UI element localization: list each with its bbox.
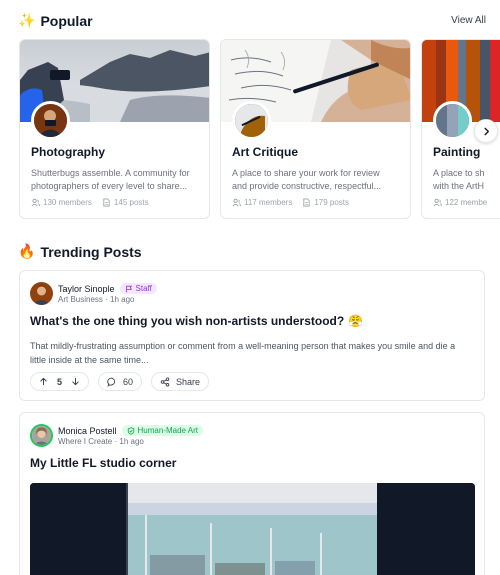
post-author-row: Taylor Sinople Staff: [58, 283, 157, 294]
community-description: A place to share your work for review an…: [232, 167, 400, 193]
users-icon: [433, 198, 442, 207]
members-count: 117 members: [232, 198, 292, 207]
post-meta: Where I Create · 1h ago: [58, 437, 144, 446]
users-icon: [31, 198, 40, 207]
members-label: 117 members: [244, 198, 293, 207]
comment-count: 60: [123, 376, 134, 387]
author-name[interactable]: Taylor Sinople: [58, 284, 115, 294]
post-body-line: little inside at the same time...: [30, 355, 149, 365]
posts-label: 179 posts: [314, 198, 350, 207]
document-icon: [303, 198, 310, 207]
post-meta: Art Business · 1h ago: [58, 295, 135, 304]
upvote-button[interactable]: [39, 377, 48, 386]
description-line: with the ArtH: [433, 181, 485, 191]
comments-button[interactable]: 60: [98, 372, 143, 391]
vote-count: 5: [57, 376, 63, 387]
post-card[interactable]: Taylor Sinople Staff Art Business · 1h a…: [19, 270, 485, 401]
painting-avatar-image: [436, 104, 469, 137]
arrow-down-icon: [72, 377, 79, 386]
description-line: A place to sh: [433, 168, 485, 178]
post-body-line: That mildly-frustrating assumption or co…: [30, 341, 456, 351]
posts-label: 145 posts: [113, 198, 149, 207]
popular-carousel: Photography Shutterbugs assemble. A comm…: [19, 39, 500, 219]
community-link[interactable]: Where I Create: [58, 437, 112, 446]
community-name: Art Critique: [232, 145, 298, 159]
community-meta: 130 members 145 posts: [31, 198, 149, 207]
community-link[interactable]: Art Business: [58, 295, 103, 304]
community-meta: 117 members 179 posts: [232, 198, 349, 207]
community-avatar: [433, 101, 472, 140]
posts-count: 179 posts: [302, 198, 349, 207]
fire-icon: 🔥: [18, 243, 36, 259]
author-avatar-image: [32, 426, 51, 445]
trending-title: 🔥 Trending Posts: [18, 243, 142, 260]
document-icon: [103, 198, 110, 207]
post-title[interactable]: My Little FL studio corner: [30, 456, 176, 470]
popular-title: ✨ Popular: [18, 12, 93, 29]
shield-check-icon: [127, 426, 134, 435]
chevron-right-icon: [483, 127, 489, 135]
posts-count: 145 posts: [102, 198, 149, 207]
photographer-avatar-image: [34, 104, 67, 137]
community-description: A place to sh with the ArtH: [433, 167, 500, 193]
post-actions: 5 60 Share: [30, 372, 210, 391]
members-label: 122 membe: [445, 198, 488, 207]
community-name: Photography: [31, 145, 105, 159]
community-name: Painting: [433, 145, 481, 159]
flag-icon: [125, 285, 132, 292]
author-avatar-image: [30, 282, 53, 305]
post-image[interactable]: [30, 483, 475, 575]
author-avatar[interactable]: [30, 424, 53, 447]
badge-label: Human-Made Art: [137, 426, 198, 435]
frustrated-emoji-icon: 😤: [348, 314, 364, 328]
description-line: Shutterbugs assemble. A community for: [31, 168, 190, 178]
post-author-row: Monica Postell Human-Made Art: [58, 425, 203, 436]
trending-header: 🔥 Trending Posts: [18, 243, 486, 260]
community-avatar: [31, 101, 70, 140]
post-time: 1h ago: [119, 437, 144, 446]
share-icon: [160, 376, 170, 387]
carousel-next-button[interactable]: [474, 119, 498, 143]
sparkles-icon: ✨: [18, 12, 36, 28]
community-card-art-critique[interactable]: Art Critique A place to share your work …: [220, 39, 411, 219]
popular-header: ✨ Popular View All: [18, 12, 486, 29]
members-count: 130 members: [31, 198, 92, 207]
community-card-photography[interactable]: Photography Shutterbugs assemble. A comm…: [19, 39, 210, 219]
staff-badge: Staff: [119, 283, 157, 294]
post-time: 1h ago: [110, 295, 135, 304]
post-title[interactable]: What's the one thing you wish non-artist…: [30, 314, 363, 328]
post-title-text: What's the one thing you wish non-artist…: [30, 314, 345, 328]
author-name[interactable]: Monica Postell: [58, 426, 117, 436]
studio-corner-photo: [30, 483, 475, 575]
critique-avatar-image: [235, 104, 268, 137]
post-card[interactable]: Monica Postell Human-Made Art Where I Cr…: [19, 412, 485, 575]
human-made-art-badge: Human-Made Art: [121, 425, 203, 436]
share-label: Share: [176, 376, 201, 387]
community-description: Shutterbugs assemble. A community for ph…: [31, 167, 199, 193]
vote-control: 5: [30, 372, 90, 391]
community-meta: 122 membe: [433, 198, 487, 207]
post-title-text: My Little FL studio corner: [30, 456, 177, 470]
trending-title-text: Trending Posts: [40, 243, 142, 260]
members-label: 130 members: [43, 198, 92, 207]
view-all-link[interactable]: View All: [451, 15, 486, 26]
members-count: 122 membe: [433, 198, 487, 207]
community-avatar: [232, 101, 271, 140]
share-button[interactable]: Share: [151, 372, 210, 391]
description-line: photographers of every level to share...: [31, 181, 188, 191]
post-body: That mildly-frustrating assumption or co…: [30, 339, 472, 367]
arrow-up-icon: [40, 377, 47, 386]
badge-label: Staff: [135, 284, 152, 293]
comment-icon: [107, 377, 116, 387]
popular-title-text: Popular: [40, 12, 93, 29]
downvote-button[interactable]: [71, 377, 80, 386]
description-line: A place to share your work for review: [232, 168, 380, 178]
users-icon: [232, 198, 241, 207]
author-avatar[interactable]: [30, 282, 53, 305]
description-line: and provide constructive, respectful...: [232, 181, 382, 191]
